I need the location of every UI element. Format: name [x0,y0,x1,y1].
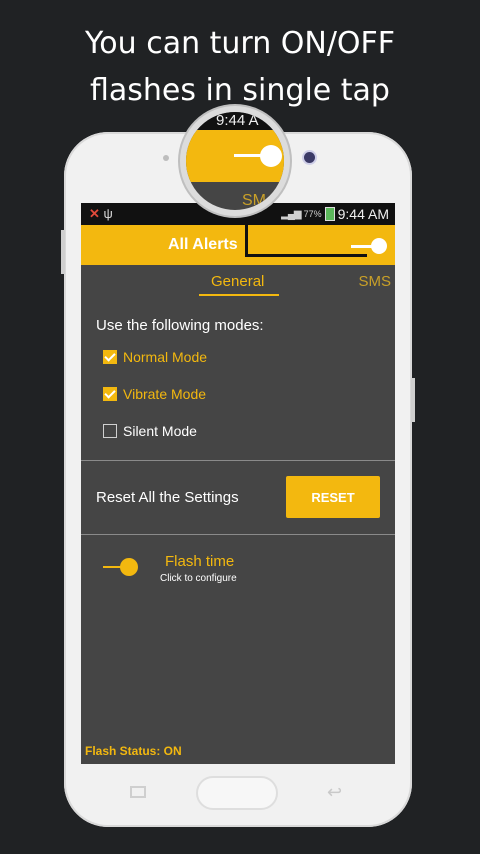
status-right: ▂▄▆ 77% 9:44 AM [281,206,389,222]
section-divider [81,460,395,461]
tab-general[interactable]: General [211,273,264,290]
app-screen: ✕ ψ ▂▄▆ 77% 9:44 AM All Alerts General S… [81,203,395,764]
toggle-knob [371,238,387,254]
section-divider [81,534,395,535]
normal-mode-label: Normal Mode [123,349,208,365]
normal-mode-option[interactable]: Normal Mode [103,349,207,365]
magnified-sms-tab: SM [242,192,266,209]
phone-side-button-left [61,230,65,274]
recent-apps-icon[interactable] [130,786,146,798]
vibrate-mode-checkbox[interactable] [103,387,117,401]
magnified-time: 9:44 A [216,112,259,129]
front-camera [304,152,315,163]
phone-sensor-dot [163,155,169,161]
silent-mode-option[interactable]: Silent Mode [103,423,197,439]
app-title: All Alerts [168,236,238,253]
promo-headline: You can turn ON/OFF flashes in single ta… [0,20,480,114]
missed-call-icon: ✕ [89,206,100,221]
vibrate-mode-label: Vibrate Mode [123,386,207,402]
normal-mode-checkbox[interactable] [103,350,117,364]
battery-icon [324,207,335,221]
flash-time-subtitle: Click to configure [160,573,237,584]
notification-icons: ✕ ψ [89,206,113,222]
status-time: 9:44 AM [337,206,389,222]
tab-bar: General SMS [81,265,395,299]
flash-time-toggle[interactable] [103,558,139,576]
silent-mode-label: Silent Mode [123,423,197,439]
signal-icon: ▂▄▆ [281,208,301,220]
reset-button[interactable]: RESET [286,476,380,518]
callout-line-horizontal [245,254,367,257]
home-button[interactable] [196,776,278,810]
all-alerts-toggle[interactable] [351,238,387,254]
tab-sms[interactable]: SMS [358,273,391,290]
flash-toggle-knob [120,558,138,576]
flash-time-title[interactable]: Flash time [165,553,234,570]
silent-mode-checkbox[interactable] [103,424,117,438]
magnified-status-bar: 9:44 A [186,112,284,130]
phone-side-button-right [411,378,415,422]
tab-indicator [199,294,279,296]
back-icon[interactable]: ↩ [327,782,342,803]
app-bar: All Alerts [81,225,395,265]
magnifier-callout: 9:44 A SM [180,106,290,216]
reset-settings-label: Reset All the Settings [96,489,239,506]
vibrate-mode-option[interactable]: Vibrate Mode [103,386,206,402]
modes-heading: Use the following modes: [96,317,264,334]
usb-icon: ψ [103,206,113,221]
battery-percent: 77% [303,209,322,219]
magnified-toggle-knob [260,145,282,167]
headline-line-1: You can turn ON/OFF [84,26,396,61]
flash-status: Flash Status: ON [85,744,182,758]
